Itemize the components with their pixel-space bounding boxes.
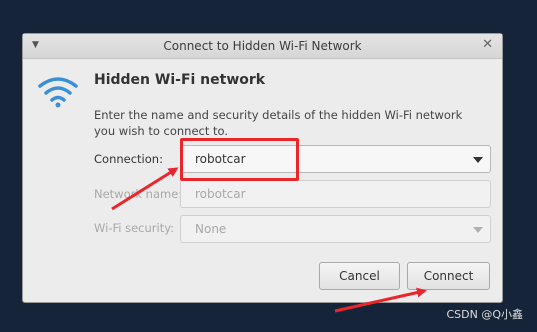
annotation-arrow-connect [334,287,427,313]
watermark: CSDN @Q小鑫 [446,308,523,321]
annotation-arrows [111,167,427,313]
annotation-arrow-connection [111,167,179,211]
